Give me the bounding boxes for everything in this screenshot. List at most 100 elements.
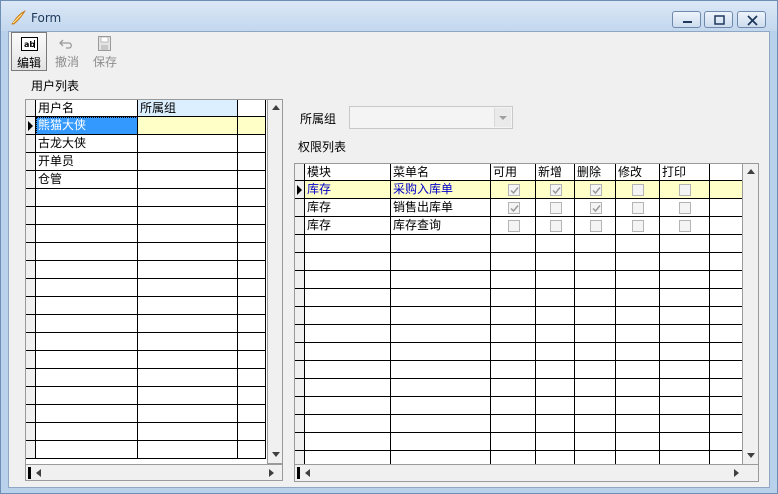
empty-cell[interactable] (710, 289, 743, 307)
username-cell[interactable] (36, 315, 138, 333)
empty-row[interactable] (26, 315, 266, 333)
enabled-checkbox-cell[interactable] (491, 253, 536, 271)
empty-row[interactable] (295, 343, 743, 361)
add-checkbox-cell[interactable] (536, 235, 575, 253)
modify-checkbox-cell[interactable] (616, 325, 660, 343)
delete-checkbox-cell[interactable] (575, 253, 616, 271)
menu-name-cell[interactable] (391, 397, 491, 415)
enabled-checkbox-cell[interactable] (491, 181, 536, 199)
modify-checkbox-cell[interactable] (616, 271, 660, 289)
module-cell[interactable] (305, 415, 391, 433)
modify-checkbox-cell[interactable] (616, 415, 660, 433)
empty-cell[interactable] (238, 261, 266, 279)
modify-checkbox-cell[interactable] (616, 433, 660, 451)
module-cell[interactable]: 库存 (305, 181, 391, 199)
delete-checkbox-cell[interactable] (575, 217, 616, 235)
enabled-checkbox-cell[interactable] (491, 433, 536, 451)
empty-cell[interactable] (710, 361, 743, 379)
username-cell[interactable]: 仓管 (36, 171, 138, 189)
print-checkbox-cell[interactable] (660, 199, 710, 217)
delete-checkbox-cell[interactable] (575, 343, 616, 361)
empty-cell[interactable] (710, 397, 743, 415)
permission-row[interactable]: 库存 销售出库单 (295, 199, 743, 217)
permission-checkbox[interactable] (590, 220, 602, 232)
delete-checkbox-cell[interactable] (575, 397, 616, 415)
group-cell[interactable] (138, 315, 238, 333)
permission-checkbox[interactable] (590, 184, 602, 196)
module-cell[interactable] (305, 379, 391, 397)
enabled-checkbox-cell[interactable] (491, 379, 536, 397)
menu-name-cell[interactable]: 采购入库单 (391, 181, 491, 199)
print-checkbox-cell[interactable] (660, 181, 710, 199)
empty-row[interactable] (26, 279, 266, 297)
empty-row[interactable] (26, 333, 266, 351)
add-checkbox-cell[interactable] (536, 415, 575, 433)
column-header-group[interactable]: 所属组 (138, 100, 238, 117)
empty-cell[interactable] (238, 117, 266, 135)
permission-checkbox[interactable] (679, 220, 691, 232)
empty-row[interactable] (295, 361, 743, 379)
empty-cell[interactable] (238, 333, 266, 351)
username-cell[interactable] (36, 225, 138, 243)
print-checkbox-cell[interactable] (660, 253, 710, 271)
add-checkbox-cell[interactable] (536, 181, 575, 199)
empty-cell[interactable] (238, 279, 266, 297)
empty-cell[interactable] (238, 225, 266, 243)
menu-name-cell[interactable]: 库存查询 (391, 217, 491, 235)
empty-cell[interactable] (238, 207, 266, 225)
permission-grid[interactable]: 模块 菜单名 可用 新增 删除 修改 打印 库存 采购入库单 库存 销售出库单 库存 库存… (294, 163, 759, 482)
module-cell[interactable] (305, 325, 391, 343)
module-cell[interactable]: 库存 (305, 199, 391, 217)
user-row[interactable]: 熊猫大侠 (26, 117, 266, 135)
module-cell[interactable] (305, 307, 391, 325)
scroll-right-arrow-icon[interactable] (734, 469, 739, 477)
add-checkbox-cell[interactable] (536, 379, 575, 397)
modify-checkbox-cell[interactable] (616, 343, 660, 361)
group-cell[interactable] (138, 171, 238, 189)
group-cell[interactable] (138, 117, 238, 135)
permission-grid-horizontal-scrollbar[interactable] (294, 464, 759, 482)
modify-checkbox-cell[interactable] (616, 217, 660, 235)
menu-name-cell[interactable] (391, 253, 491, 271)
empty-cell[interactable] (238, 387, 266, 405)
module-cell[interactable] (305, 397, 391, 415)
permission-checkbox[interactable] (679, 202, 691, 214)
group-cell[interactable] (138, 189, 238, 207)
username-cell[interactable] (36, 243, 138, 261)
permission-checkbox[interactable] (632, 220, 644, 232)
scroll-down-arrow-icon[interactable] (747, 453, 755, 458)
module-cell[interactable] (305, 361, 391, 379)
module-cell[interactable] (305, 235, 391, 253)
empty-cell[interactable] (710, 325, 743, 343)
modify-checkbox-cell[interactable] (616, 253, 660, 271)
user-row[interactable]: 仓管 (26, 171, 266, 189)
empty-cell[interactable] (710, 235, 743, 253)
modify-checkbox-cell[interactable] (616, 181, 660, 199)
username-cell[interactable] (36, 189, 138, 207)
modify-checkbox-cell[interactable] (616, 289, 660, 307)
group-cell[interactable] (138, 333, 238, 351)
empty-row[interactable] (26, 351, 266, 369)
delete-checkbox-cell[interactable] (575, 361, 616, 379)
permission-checkbox[interactable] (550, 220, 562, 232)
module-cell[interactable] (305, 343, 391, 361)
empty-cell[interactable] (710, 343, 743, 361)
scroll-left-arrow-icon[interactable] (305, 469, 310, 477)
enabled-checkbox-cell[interactable] (491, 271, 536, 289)
undo-button[interactable]: 撤消 (49, 32, 85, 71)
add-checkbox-cell[interactable] (536, 343, 575, 361)
empty-cell[interactable] (238, 243, 266, 261)
menu-name-cell[interactable]: 销售出库单 (391, 199, 491, 217)
empty-cell[interactable] (238, 153, 266, 171)
empty-row[interactable] (295, 253, 743, 271)
permission-checkbox[interactable] (632, 202, 644, 214)
print-checkbox-cell[interactable] (660, 343, 710, 361)
add-checkbox-cell[interactable] (536, 361, 575, 379)
print-checkbox-cell[interactable] (660, 307, 710, 325)
column-header-username[interactable]: 用户名 (36, 100, 138, 117)
print-checkbox-cell[interactable] (660, 433, 710, 451)
scroll-right-arrow-icon[interactable] (269, 469, 274, 477)
menu-name-cell[interactable] (391, 361, 491, 379)
scroll-left-arrow-icon[interactable] (36, 469, 41, 477)
column-header-print[interactable]: 打印 (660, 164, 710, 181)
